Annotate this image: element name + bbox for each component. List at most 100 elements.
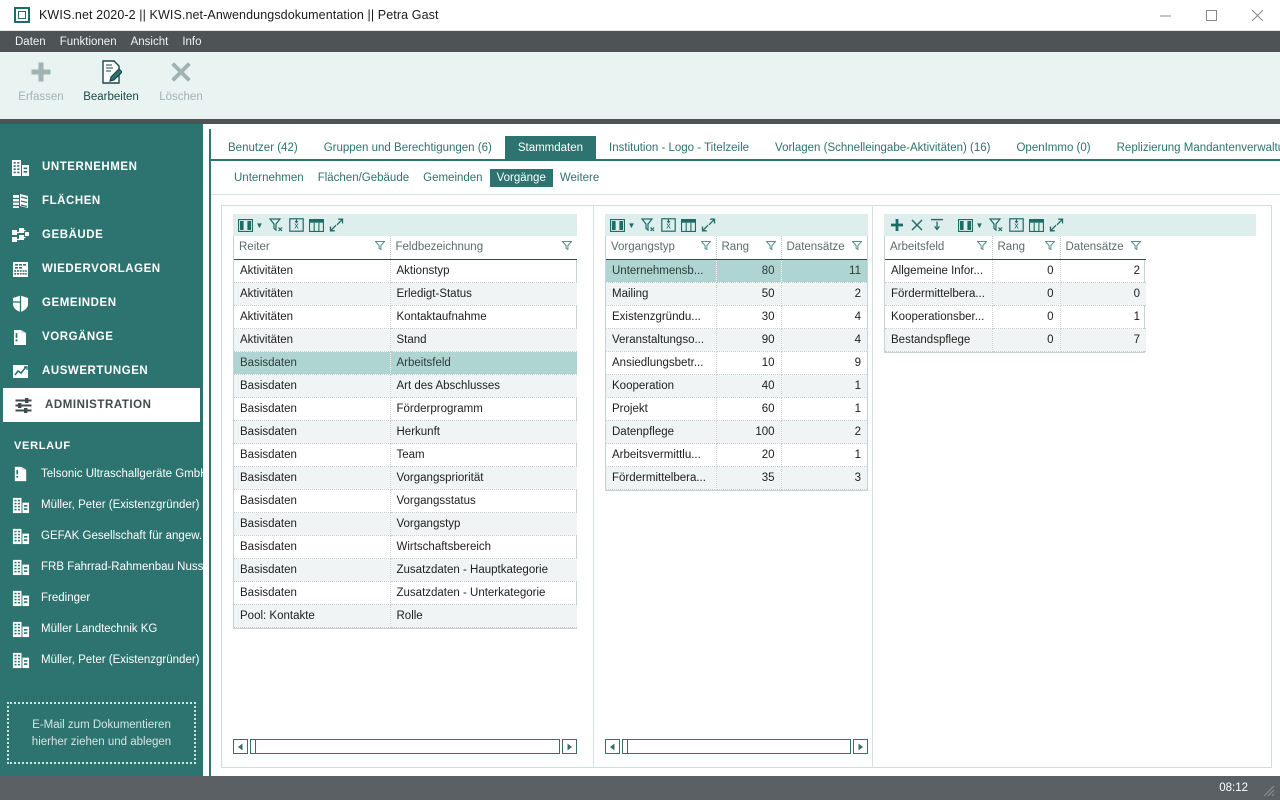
subtab-flaechen-gebaeude[interactable]: Flächen/Gebäude [311, 169, 416, 187]
table-row[interactable]: Bestandspflege 0 7 [885, 328, 1146, 352]
maximize-icon[interactable] [1188, 0, 1234, 31]
taskbar-clock[interactable]: 08:12 [1219, 776, 1248, 800]
column-header-vorgangstyp[interactable]: Vorgangstyp [606, 236, 717, 260]
plus-icon[interactable] [888, 217, 905, 234]
list-item[interactable]: Müller, Peter (Existenzgründer) [0, 644, 203, 675]
clear-filter-icon[interactable] [268, 217, 285, 234]
scroll-right-button[interactable] [562, 739, 577, 754]
table-row[interactable]: Ansiedlungsbetr... 10 9 [606, 351, 867, 375]
table-row[interactable]: Basisdaten Zusatzdaten - Hauptkategorie [234, 558, 577, 582]
table-row[interactable]: Existenzgründu... 30 4 [606, 305, 867, 329]
subtab-vorgaenge[interactable]: Vorgänge [489, 168, 553, 187]
tab-replizierung[interactable]: Replizierung Mandantenverwaltung (1) [1104, 136, 1280, 159]
chevron-down-icon[interactable]: ▼ [976, 221, 984, 230]
scroll-left-button[interactable] [233, 739, 248, 754]
horizontal-scrollbar-panel1[interactable] [233, 738, 577, 755]
scroll-right-button[interactable] [853, 739, 868, 754]
filter-icon[interactable] [973, 241, 988, 253]
erfassen-button[interactable]: Erfassen [6, 52, 76, 103]
filter-icon[interactable] [1041, 241, 1056, 253]
close-x-icon[interactable] [908, 217, 925, 234]
scroll-track[interactable] [622, 739, 851, 754]
excel-export-icon[interactable]: x [1008, 217, 1025, 234]
excel-export-icon[interactable]: x [288, 217, 305, 234]
sidebar-item-administration[interactable]: ADMINISTRATION [3, 388, 200, 422]
table-row[interactable]: Projekt 60 1 [606, 397, 867, 421]
expand-all-icon[interactable] [700, 217, 717, 234]
table-row[interactable]: Fördermittelbera... 35 3 [606, 466, 867, 490]
grid-layout-icon[interactable] [1028, 217, 1045, 234]
menu-item-ansicht[interactable]: Ansicht [124, 33, 176, 51]
table-row[interactable]: Kooperationsber... 0 1 [885, 305, 1146, 329]
list-item[interactable]: Müller Landtechnik KG [0, 613, 203, 644]
menu-item-info[interactable]: Info [175, 33, 208, 51]
table-row-selected[interactable]: Basisdaten Arbeitsfeld [234, 351, 577, 375]
column-header-rang[interactable]: Rang [992, 236, 1061, 260]
table-row[interactable]: Basisdaten Art des Abschlusses [234, 374, 577, 398]
subtab-unternehmen[interactable]: Unternehmen [227, 169, 311, 187]
table-row[interactable]: Aktivitäten Erledigt-Status [234, 282, 577, 306]
chevron-down-icon[interactable]: ▼ [628, 221, 636, 230]
list-item[interactable]: Telsonic Ultraschallgeräte GmbH [0, 458, 203, 489]
menu-item-funktionen[interactable]: Funktionen [53, 33, 124, 51]
column-header-datensaetze[interactable]: Datensätze [781, 236, 867, 260]
table-row[interactable]: Basisdaten Zusatzdaten - Unterkategorie [234, 581, 577, 605]
column-header-feldbezeichnung[interactable]: Feldbezeichnung [390, 236, 577, 260]
table-row[interactable]: Basisdaten Vorgangstyp [234, 512, 577, 536]
list-item[interactable]: GEFAK Gesellschaft für angew... [0, 520, 203, 551]
list-item[interactable]: Müller, Peter (Existenzgründer) [0, 489, 203, 520]
table-row[interactable]: Pool: Kontakte Rolle [234, 604, 577, 628]
column-header-reiter[interactable]: Reiter [234, 236, 391, 260]
table-row[interactable]: Kooperation 40 1 [606, 374, 867, 398]
table-row[interactable]: Basisdaten Team [234, 443, 577, 467]
sidebar-item-flaechen[interactable]: FLÄCHEN [0, 184, 200, 218]
list-item[interactable]: FRB Fahrrad-Rahmenbau Nuss... [0, 551, 203, 582]
table-row[interactable]: Veranstaltungso... 90 4 [606, 328, 867, 352]
resize-grip-icon[interactable] [1261, 783, 1275, 797]
sidebar-item-vorgaenge[interactable]: VORGÄNGE [0, 320, 200, 354]
sort-down-icon[interactable] [928, 217, 945, 234]
filter-icon[interactable] [697, 241, 712, 253]
horizontal-scrollbar-panel2[interactable] [605, 738, 868, 755]
sidebar-item-wiedervorlagen[interactable]: WIEDERVORLAGEN [0, 252, 200, 286]
tab-openimmo[interactable]: OpenImmo (0) [1003, 136, 1103, 159]
table-row[interactable]: Basisdaten Herkunft [234, 420, 577, 444]
scroll-left-button[interactable] [605, 739, 620, 754]
list-item[interactable]: Fredinger [0, 582, 203, 613]
table-row[interactable]: Basisdaten Vorgangsstatus [234, 489, 577, 513]
filter-icon[interactable] [1127, 241, 1142, 253]
scroll-thumb[interactable] [623, 740, 628, 753]
chevron-down-icon[interactable]: ▼ [256, 221, 264, 230]
tab-vorlagen[interactable]: Vorlagen (Schnelleingabe-Aktivitäten) (1… [762, 136, 1003, 159]
sidebar-item-gebaeude[interactable]: GEBÄUDE [0, 218, 200, 252]
table-row[interactable]: Datenpflege 100 2 [606, 420, 867, 444]
column-header-rang[interactable]: Rang [716, 236, 782, 260]
table-row[interactable]: Basisdaten Förderprogramm [234, 397, 577, 421]
tab-stammdaten[interactable]: Stammdaten [504, 136, 597, 159]
table-row[interactable]: Basisdaten Vorgangspriorität [234, 466, 577, 490]
tab-gruppen-berechtigungen[interactable]: Gruppen und Berechtigungen (6) [311, 136, 505, 159]
columns-chooser-icon[interactable] [609, 217, 626, 234]
sidebar-item-auswertungen[interactable]: AUSWERTUNGEN [0, 354, 200, 388]
clear-filter-icon[interactable] [988, 217, 1005, 234]
sidebar-item-unternehmen[interactable]: UNTERNEHMEN [0, 150, 200, 184]
table-row[interactable]: Aktivitäten Kontaktaufnahme [234, 305, 577, 329]
table-row[interactable]: Fördermittelbera... 0 0 [885, 282, 1146, 306]
tab-institution-logo-titelzeile[interactable]: Institution - Logo - Titelzeile [596, 136, 762, 159]
columns-chooser-icon[interactable] [237, 217, 254, 234]
filter-icon[interactable] [371, 241, 386, 253]
tab-benutzer[interactable]: Benutzer (42) [215, 136, 311, 159]
filter-icon[interactable] [848, 241, 863, 253]
table-row[interactable]: Basisdaten Wirtschaftsbereich [234, 535, 577, 559]
subtab-weitere[interactable]: Weitere [553, 169, 606, 187]
table-row[interactable]: Allgemeine Infor... 0 2 [885, 259, 1146, 283]
table-row[interactable]: Arbeitsvermittlu... 20 1 [606, 443, 867, 467]
expand-all-icon[interactable] [328, 217, 345, 234]
panel-divider-2[interactable] [872, 206, 873, 767]
filter-sort-icon[interactable] [557, 241, 573, 253]
table-row[interactable]: Aktivitäten Stand [234, 328, 577, 352]
subtab-gemeinden[interactable]: Gemeinden [416, 169, 489, 187]
table-row[interactable]: Aktivitäten Aktionstyp [234, 259, 577, 283]
email-dropzone[interactable]: E-Mail zum Dokumentieren hierher ziehen … [7, 702, 196, 764]
menu-item-daten[interactable]: Daten [8, 33, 53, 51]
